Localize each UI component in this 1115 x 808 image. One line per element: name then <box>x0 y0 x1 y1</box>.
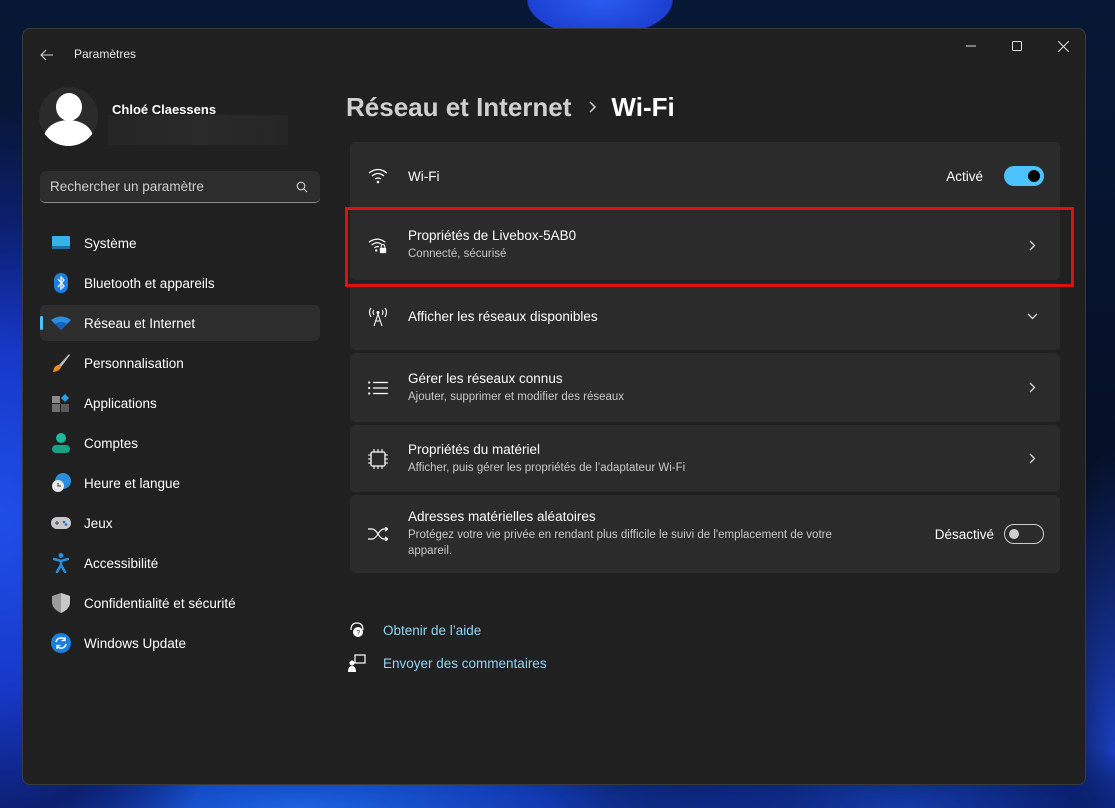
sidebar-item-applications[interactable]: Applications <box>40 385 320 421</box>
sidebar-item-windows-update[interactable]: Windows Update <box>40 625 320 661</box>
feedback-icon <box>348 654 366 672</box>
random-addresses-toggle[interactable] <box>1004 524 1044 544</box>
network-properties-title: Propriétés de Livebox-5AB0 <box>408 228 577 243</box>
search-input[interactable] <box>50 179 294 194</box>
minimize-button[interactable] <box>948 29 994 63</box>
random-addresses-title: Adresses matérielles aléatoires <box>408 509 596 524</box>
maximize-icon <box>1012 41 1022 51</box>
sidebar-item-comptes[interactable]: Comptes <box>40 425 320 461</box>
back-button[interactable] <box>35 43 59 67</box>
wifi-toggle[interactable] <box>1004 166 1044 186</box>
sidebar-item-bluetooth[interactable]: Bluetooth et appareils <box>40 265 320 301</box>
update-icon <box>51 633 71 653</box>
random-addresses-description: Protégez votre vie privée en rendant plu… <box>408 529 832 557</box>
maximize-button[interactable] <box>994 29 1040 63</box>
antenna-icon <box>368 307 388 327</box>
minimize-icon <box>966 45 976 47</box>
sidebar-item-heure-langue[interactable]: Heure et langue <box>40 465 320 501</box>
random-hardware-addresses-card: Adresses matérielles aléatoires Protégez… <box>350 495 1060 573</box>
wifi-secured-icon <box>368 235 388 255</box>
wifi-icon <box>51 313 71 333</box>
help-links: ? Obtenir de l’aide Envoyer des commenta… <box>348 619 547 685</box>
accessibility-icon <box>51 553 71 573</box>
network-properties-card[interactable]: Propriétés de Livebox-5AB0 Connecté, séc… <box>350 210 1060 280</box>
sidebar-item-personnalisation[interactable]: Personnalisation <box>40 345 320 381</box>
search-box[interactable] <box>40 171 320 203</box>
profile-email-redacted <box>108 115 288 145</box>
gamepad-icon <box>51 513 71 533</box>
sidebar-item-systeme[interactable]: Système <box>40 225 320 261</box>
shield-icon <box>51 593 71 613</box>
sidebar-item-confidentialite[interactable]: Confidentialité et sécurité <box>40 585 320 621</box>
list-icon <box>368 378 388 398</box>
bluetooth-icon <box>51 273 71 293</box>
send-feedback-link[interactable]: Envoyer des commentaires <box>348 652 547 674</box>
sidebar-item-accessibilite[interactable]: Accessibilité <box>40 545 320 581</box>
wifi-icon <box>368 166 388 186</box>
chevron-down-icon[interactable] <box>1024 309 1040 325</box>
app-title: Paramètres <box>74 47 137 61</box>
close-button[interactable] <box>1040 29 1085 63</box>
sidebar-item-reseau-internet[interactable]: Réseau et Internet <box>40 305 320 341</box>
wifi-label: Wi-Fi <box>408 168 440 184</box>
help-icon: ? <box>348 621 366 639</box>
search-icon[interactable] <box>294 179 310 195</box>
network-status: Connecté, sécurisé <box>408 248 507 260</box>
breadcrumb-parent[interactable]: Réseau et Internet <box>346 92 571 123</box>
svg-text:?: ? <box>356 630 360 637</box>
time-language-icon <box>51 473 71 493</box>
known-networks-title: Gérer les réseaux connus <box>408 370 563 386</box>
chevron-right-icon <box>1024 237 1040 253</box>
avatar <box>39 87 98 146</box>
hardware-properties-subtitle: Afficher, puis gérer les propriétés de l… <box>408 461 686 474</box>
chevron-right-icon <box>1024 451 1040 467</box>
random-addresses-toggle-label: Désactivé <box>934 526 994 542</box>
hardware-properties-title: Propriétés du matériel <box>408 441 541 457</box>
get-help-link[interactable]: ? Obtenir de l’aide <box>348 619 547 641</box>
hardware-properties-card[interactable]: Propriétés du matériel Afficher, puis gé… <box>350 425 1060 492</box>
shuffle-icon <box>368 524 388 544</box>
show-available-networks-card[interactable]: Afficher les réseaux disponibles <box>350 283 1060 350</box>
wifi-toggle-label: Activé <box>946 168 983 184</box>
sidebar-nav: Système Bluetooth et appareils Réseau et… <box>40 225 320 665</box>
chip-icon <box>368 448 388 469</box>
title-bar: Paramètres <box>23 29 1085 77</box>
sidebar-item-jeux[interactable]: Jeux <box>40 505 320 541</box>
system-icon <box>51 233 71 253</box>
arrow-left-icon <box>40 49 53 61</box>
known-networks-subtitle: Ajouter, supprimer et modifier des résea… <box>408 390 625 403</box>
user-profile[interactable]: Chloé Claessens <box>39 87 329 151</box>
manage-known-networks-card[interactable]: Gérer les réseaux connus Ajouter, suppri… <box>350 353 1060 422</box>
page-title: Wi-Fi <box>611 91 675 122</box>
close-icon <box>1057 40 1069 52</box>
wifi-toggle-card: Wi-Fi Activé <box>350 142 1060 210</box>
account-icon <box>51 433 71 453</box>
settings-cards: Wi-Fi Activé Propriétés de Livebox-5AB0 … <box>350 142 1060 576</box>
chevron-right-icon <box>589 101 597 113</box>
apps-icon <box>51 393 71 413</box>
chevron-right-icon <box>1024 380 1040 396</box>
brush-icon <box>51 353 71 373</box>
settings-window: Paramètres Chloé Claessens Système <box>22 28 1086 785</box>
show-networks-label: Afficher les réseaux disponibles <box>408 309 598 324</box>
breadcrumb: Réseau et Internet Wi-Fi <box>346 87 675 127</box>
